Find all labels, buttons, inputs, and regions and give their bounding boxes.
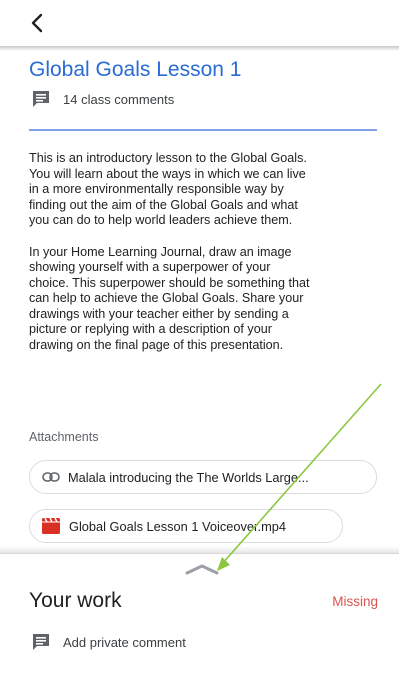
class-comments-link[interactable]: 14 class comments <box>31 90 174 108</box>
chevron-left-icon <box>31 13 43 33</box>
attachment-link-chip[interactable]: Malala introducing the The Worlds Large.… <box>29 460 377 494</box>
top-app-bar-shadow <box>0 46 399 51</box>
attachment-link-name: Malala introducing the The Worlds Large.… <box>68 469 309 485</box>
comment-icon <box>33 91 49 107</box>
assignment-description: This is an introductory lesson to the Gl… <box>29 151 379 369</box>
assignment-title: Global Goals Lesson 1 <box>29 58 242 81</box>
attachments-label: Attachments <box>29 430 99 444</box>
description-paragraph-1: This is an introductory lesson to the Gl… <box>29 151 307 227</box>
comment-icon <box>33 634 49 650</box>
link-icon <box>42 472 60 482</box>
attachment-video-name: Global Goals Lesson 1 Voiceover.mp4 <box>69 518 286 534</box>
add-private-comment-label: Add private comment <box>63 634 186 650</box>
expand-handle-icon[interactable] <box>184 562 220 576</box>
class-comments-label: 14 class comments <box>63 91 175 107</box>
top-app-bar <box>0 0 399 46</box>
your-work-title: Your work <box>29 589 122 612</box>
attachment-video-chip[interactable]: Global Goals Lesson 1 Voiceover.mp4 <box>29 509 343 543</box>
description-paragraph-2: In your Home Learning Journal, draw an i… <box>29 244 310 352</box>
add-private-comment-button[interactable]: Add private comment <box>31 633 186 651</box>
status-badge-missing: Missing <box>332 594 378 609</box>
back-button[interactable] <box>22 8 52 38</box>
video-file-icon <box>42 518 60 534</box>
title-divider <box>29 129 377 131</box>
